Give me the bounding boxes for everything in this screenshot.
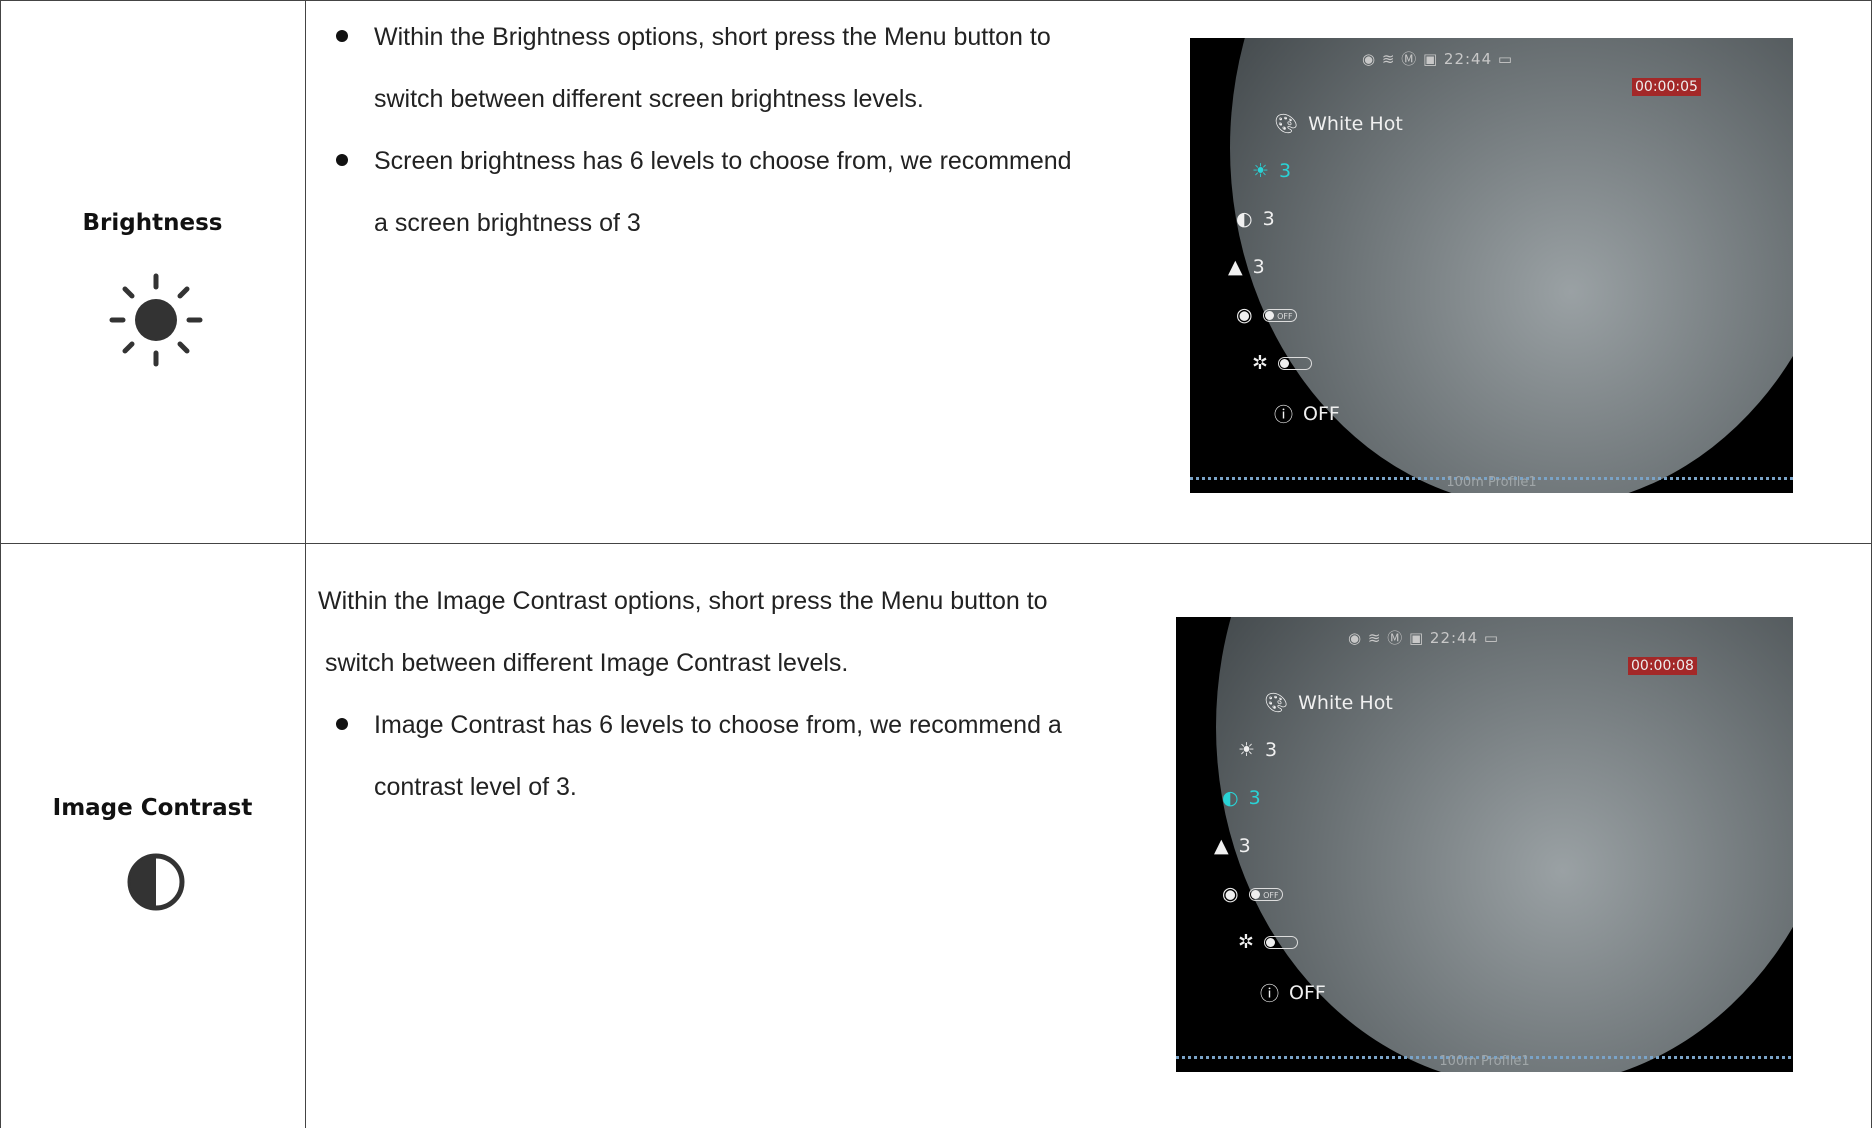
palette-icon: 🎨︎	[1274, 113, 1299, 135]
menu-sharpness: ▲ 3	[1228, 256, 1265, 278]
instruction-line: a screen brightness of 3	[374, 209, 641, 237]
standby-value: OFF	[1303, 402, 1340, 425]
light-icon: ✲	[1238, 931, 1254, 953]
status-bar: ◉ ≋ Ⓜ ▣ 22:44 ▭	[1348, 629, 1500, 647]
contrast-icon: ◐	[1236, 208, 1253, 230]
menu-light: ✲	[1238, 931, 1298, 953]
list-item: Screen brightness has 6 levels to choose…	[318, 130, 1188, 254]
instruction-line: switch between different screen brightne…	[374, 85, 924, 113]
row-label-image-contrast: Image Contrast	[52, 795, 253, 821]
list-item: Within the Image Contrast options, short…	[318, 570, 1188, 694]
clock: 22:44	[1429, 629, 1479, 647]
bullet-icon	[336, 154, 348, 166]
standby-value: OFF	[1289, 981, 1326, 1004]
contrast-icon	[127, 853, 185, 911]
eye-icon: ◉	[1236, 304, 1253, 326]
column-divider	[305, 0, 306, 1128]
light-icon: ✲	[1252, 352, 1268, 374]
menu-sharpness: ▲ 3	[1214, 835, 1251, 857]
mountain-icon: ▲	[1228, 256, 1243, 278]
standby-icon: ⓘ	[1274, 404, 1294, 426]
bottom-bar: 100m Profile1	[1190, 471, 1793, 493]
sharpness-value: 3	[1252, 256, 1265, 278]
instruction-line: Image Contrast has 6 levels to choose fr…	[374, 711, 1062, 739]
menu-contrast: ◐ 3	[1236, 208, 1275, 230]
record-timer: 00:00:08	[1628, 657, 1697, 675]
brightness-value: 3	[1265, 739, 1278, 761]
device-screenshot-brightness: ◉ ≋ Ⓜ ▣ 22:44 ▭ 00:00:05 🎨︎ White Hot ☀ 3 …	[1190, 38, 1793, 493]
contrast-value: 3	[1262, 208, 1275, 230]
menu-standby: ⓘ OFF	[1260, 979, 1326, 1006]
menu-palette: 🎨︎ White Hot	[1264, 691, 1393, 715]
instruction-line: contrast level of 3.	[374, 773, 577, 801]
profile-label: 100m Profile1	[1439, 1054, 1530, 1069]
clock: 22:44	[1443, 50, 1493, 68]
brightness-value: 3	[1279, 160, 1292, 182]
sun-icon	[109, 273, 203, 367]
bottom-bar: 100m Profile1	[1176, 1050, 1793, 1072]
list-item: Image Contrast has 6 levels to choose fr…	[318, 694, 1188, 818]
menu-eye: ◉ OFF	[1236, 304, 1297, 326]
device-screenshot-contrast: ◉ ≋ Ⓜ ▣ 22:44 ▭ 00:00:08 🎨︎ White Hot ☀ 3 …	[1176, 617, 1793, 1072]
menu-brightness: ☀ 3	[1238, 739, 1277, 761]
contrast-instructions: Within the Image Contrast options, short…	[318, 570, 1188, 818]
menu-light: ✲	[1252, 352, 1312, 374]
instruction-line: Screen brightness has 6 levels to choose…	[374, 147, 1072, 175]
standby-icon: ⓘ	[1260, 983, 1280, 1005]
menu-standby: ⓘ OFF	[1274, 400, 1340, 427]
palette-value: White Hot	[1308, 112, 1403, 135]
menu-palette: 🎨︎ White Hot	[1274, 112, 1403, 136]
menu-eye: ◉ OFF	[1222, 883, 1283, 905]
sun-icon: ☀	[1252, 160, 1270, 182]
instruction-line: Within the Image Contrast options, short…	[318, 587, 1048, 615]
mountain-icon: ▲	[1214, 835, 1229, 857]
toggle-switch	[1263, 935, 1298, 949]
list-item: Within the Brightness options, short pre…	[318, 6, 1188, 130]
toggle-switch: OFF	[1248, 887, 1283, 901]
contrast-icon: ◐	[1222, 787, 1239, 809]
row-divider	[0, 543, 1872, 544]
palette-value: White Hot	[1298, 691, 1393, 714]
profile-label: 100m Profile1	[1446, 475, 1537, 490]
sun-icon: ☀	[1238, 739, 1256, 761]
instruction-line: Within the Brightness options, short pre…	[374, 23, 1051, 51]
row-label-brightness: Brightness	[82, 210, 223, 236]
contrast-value: 3	[1248, 787, 1261, 809]
table-left-border	[0, 0, 1, 1128]
instruction-line: switch between different Image Contrast …	[318, 649, 849, 677]
status-bar: ◉ ≋ Ⓜ ▣ 22:44 ▭	[1362, 50, 1514, 68]
toggle-switch: OFF	[1262, 308, 1297, 322]
brightness-instructions: Within the Brightness options, short pre…	[318, 6, 1188, 254]
record-timer: 00:00:05	[1632, 78, 1701, 96]
toggle-switch	[1277, 356, 1312, 370]
sharpness-value: 3	[1238, 835, 1251, 857]
palette-icon: 🎨︎	[1264, 692, 1289, 714]
table-top-border	[0, 0, 1872, 1]
menu-brightness: ☀ 3	[1252, 160, 1291, 182]
bullet-icon	[336, 30, 348, 42]
menu-contrast: ◐ 3	[1222, 787, 1261, 809]
bullet-icon	[336, 718, 348, 730]
eye-icon: ◉	[1222, 883, 1239, 905]
